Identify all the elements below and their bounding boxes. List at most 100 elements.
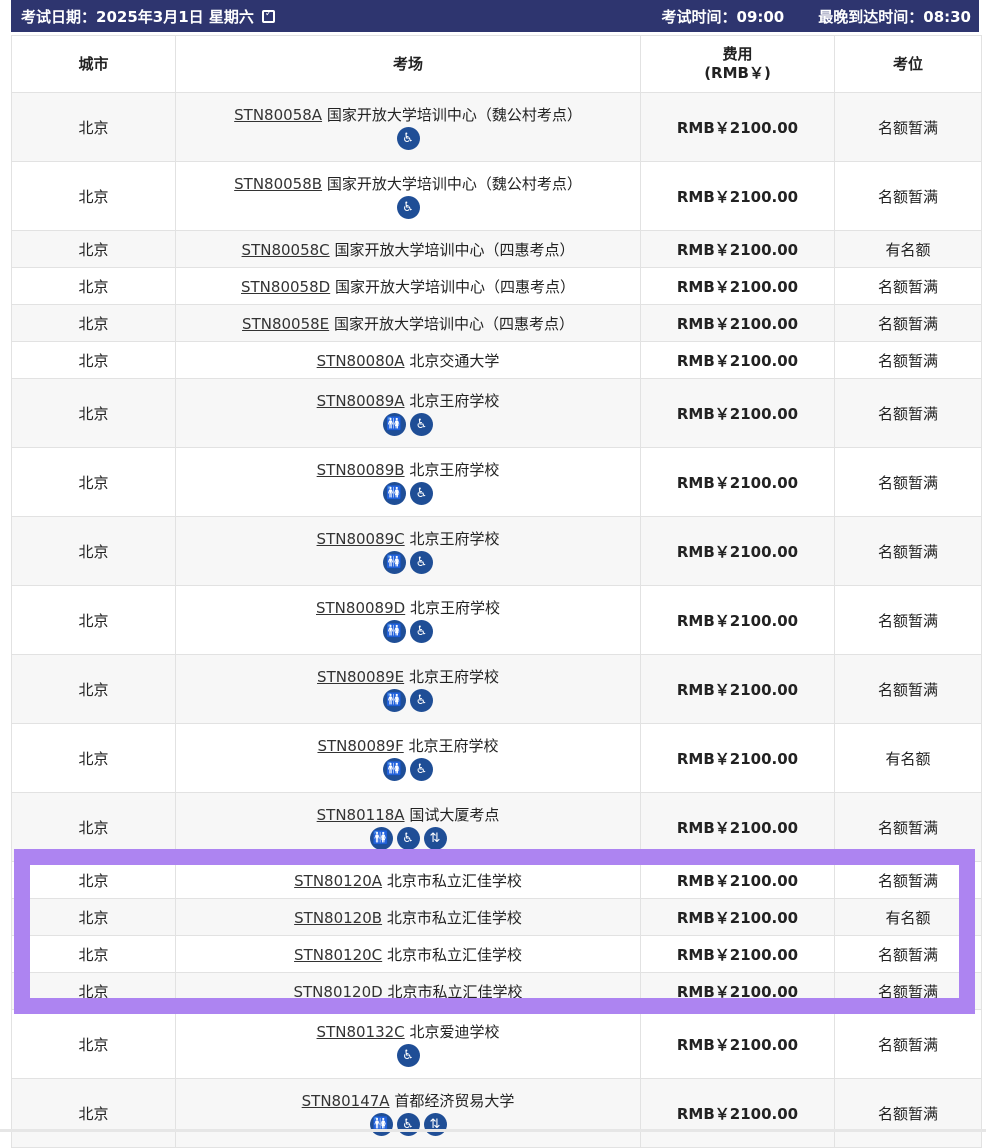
center-cell: STN80147A 首都经济贸易大学 🚻 ♿ ⇅ <box>175 1078 641 1148</box>
center-name: 国家开放大学培训中心（四惠考点） <box>334 277 575 296</box>
restroom-icon: 🚻 <box>369 1112 393 1136</box>
center-name: 北京交通大学 <box>409 351 500 370</box>
city-cell: 北京 <box>11 378 176 448</box>
center-cell: STN80058D 国家开放大学培训中心（四惠考点） <box>175 267 641 305</box>
center-cell: STN80089B 北京王府学校 🚻 ♿ <box>175 447 641 517</box>
center-code-link[interactable]: STN80080A <box>317 352 405 370</box>
center-name: 北京市私立汇佳学校 <box>386 945 522 964</box>
city-cell: 北京 <box>11 723 176 793</box>
table-row: 北京 STN80058E 国家开放大学培训中心（四惠考点） RMB￥2100.00 名… <box>11 304 982 342</box>
center-code-link[interactable]: STN80132C <box>317 1023 405 1041</box>
center-code-link[interactable]: STN80089F <box>317 737 403 755</box>
center-code-link[interactable]: STN80120C <box>294 946 382 964</box>
restroom-icon: 🚻 <box>383 412 406 436</box>
center-code-link[interactable]: STN80120B <box>294 909 382 927</box>
table-header-row: 城市 考场 费用 (RMB￥) 考位 <box>11 35 982 93</box>
city-cell: 北京 <box>11 304 176 342</box>
center-code-link[interactable]: STN80120A <box>294 872 382 890</box>
restroom-icon: 🚻 <box>383 688 406 712</box>
fee-cell: RMB￥2100.00 <box>640 972 835 1010</box>
center-name: 北京王府学校 <box>409 529 500 548</box>
seat-status-cell: 名额暂满 <box>834 654 982 724</box>
center-code-link[interactable]: STN80147A <box>302 1092 390 1110</box>
city-cell: 北京 <box>11 898 176 936</box>
seat-status-cell: 名额暂满 <box>834 861 982 899</box>
seat-status-cell: 名额暂满 <box>834 935 982 973</box>
table-row: 北京 STN80147A 首都经济贸易大学 🚻 ♿ ⇅ RMB￥2100.00 名额暂满 <box>11 1078 982 1148</box>
table-row: 北京 STN80120A 北京市私立汇佳学校 RMB￥2100.00 名额暂满 <box>11 861 982 899</box>
seat-status-cell: 名额暂满 <box>834 341 982 379</box>
center-code-link[interactable]: STN80120D <box>294 983 383 1001</box>
wheelchair-icon: ♿ <box>410 412 433 436</box>
facility-icons: 🚻 ♿ ⇅ <box>176 1112 640 1137</box>
center-cell: STN80058C 国家开放大学培训中心（四惠考点） <box>175 230 641 268</box>
fee-cell: RMB￥2100.00 <box>640 723 835 793</box>
fee-cell: RMB￥2100.00 <box>640 935 835 973</box>
center-code-link[interactable]: STN80089B <box>317 461 405 479</box>
center-code-link[interactable]: STN80058A <box>234 106 322 124</box>
facility-icons: 🚻 ♿ <box>176 619 640 644</box>
center-code-link[interactable]: STN80089D <box>316 599 405 617</box>
center-name: 北京爱迪学校 <box>409 1022 500 1041</box>
seat-status-cell: 名额暂满 <box>834 972 982 1010</box>
center-cell: STN80089A 北京王府学校 🚻 ♿ <box>175 378 641 448</box>
elevator-icon: ⇅ <box>423 1112 447 1136</box>
center-cell: STN80089C 北京王府学校 🚻 ♿ <box>175 516 641 586</box>
center-name: 国家开放大学培训中心（魏公村考点） <box>326 105 582 124</box>
center-name: 北京市私立汇佳学校 <box>387 982 523 1001</box>
fee-cell: RMB￥2100.00 <box>640 447 835 517</box>
seat-status-cell: 名额暂满 <box>834 92 982 162</box>
city-cell: 北京 <box>11 516 176 586</box>
fee-cell: RMB￥2100.00 <box>640 898 835 936</box>
fee-cell: RMB￥2100.00 <box>640 92 835 162</box>
facility-icons: 🚻 ♿ <box>176 412 640 437</box>
center-name: 北京王府学校 <box>408 736 499 755</box>
facility-icons: ♿ <box>176 1043 640 1068</box>
facility-icons: 🚻 ♿ ⇅ <box>176 826 640 851</box>
facility-icons: ♿ <box>176 195 640 220</box>
facility-icons: 🚻 ♿ <box>176 481 640 506</box>
table-row: 北京 STN80120B 北京市私立汇佳学校 RMB￥2100.00 有名额 <box>11 898 982 936</box>
city-cell: 北京 <box>11 972 176 1010</box>
center-name: 北京市私立汇佳学校 <box>386 871 522 890</box>
exam-date-header: 考试日期： 2025年3月1日 星期六 考试时间：09:00 最晚到达时间：08… <box>11 0 979 32</box>
center-cell: STN80118A 国试大厦考点 🚻 ♿ ⇅ <box>175 792 641 862</box>
center-code-link[interactable]: STN80089C <box>317 530 405 548</box>
center-code-link[interactable]: STN80058E <box>242 315 329 333</box>
fee-cell: RMB￥2100.00 <box>640 1078 835 1148</box>
fee-cell: RMB￥2100.00 <box>640 585 835 655</box>
table-row: 北京 STN80080A 北京交通大学 RMB￥2100.00 名额暂满 <box>11 341 982 379</box>
table-row: 北京 STN80118A 国试大厦考点 🚻 ♿ ⇅ RMB￥2100.00 名额暂满 <box>11 792 982 862</box>
center-name: 北京市私立汇佳学校 <box>386 908 522 927</box>
seat-status-cell: 名额暂满 <box>834 1078 982 1148</box>
restroom-icon: 🚻 <box>383 757 406 781</box>
facility-icons: 🚻 ♿ <box>176 757 640 782</box>
exam-time: 考试时间：09:00 <box>661 7 785 26</box>
center-cell: STN80120B 北京市私立汇佳学校 <box>175 898 641 936</box>
city-cell: 北京 <box>11 935 176 973</box>
center-cell: STN80089E 北京王府学校 🚻 ♿ <box>175 654 641 724</box>
table-row: 北京 STN80089E 北京王府学校 🚻 ♿ RMB￥2100.00 名额暂满 <box>11 654 982 724</box>
fee-cell: RMB￥2100.00 <box>640 267 835 305</box>
fee-cell: RMB￥2100.00 <box>640 341 835 379</box>
exam-date-label: 考试日期： <box>21 7 97 26</box>
center-cell: STN80080A 北京交通大学 <box>175 341 641 379</box>
center-code-link[interactable]: STN80089E <box>317 668 404 686</box>
table-row: 北京 STN80089B 北京王府学校 🚻 ♿ RMB￥2100.00 名额暂满 <box>11 447 982 517</box>
table-row: 北京 STN80089D 北京王府学校 🚻 ♿ RMB￥2100.00 名额暂满 <box>11 585 982 655</box>
center-code-link[interactable]: STN80118A <box>317 806 405 824</box>
center-cell: STN80058B 国家开放大学培训中心（魏公村考点） ♿ <box>175 161 641 231</box>
center-code-link[interactable]: STN80058B <box>234 175 322 193</box>
seat-status-cell: 有名额 <box>834 723 982 793</box>
calendar-check-icon[interactable] <box>261 9 275 23</box>
table-row: 北京 STN80058B 国家开放大学培训中心（魏公村考点） ♿ RMB￥2100.0… <box>11 161 982 231</box>
city-cell: 北京 <box>11 230 176 268</box>
table-row: 北京 STN80089F 北京王府学校 🚻 ♿ RMB￥2100.00 有名额 <box>11 723 982 793</box>
center-code-link[interactable]: STN80089A <box>317 392 405 410</box>
center-code-link[interactable]: STN80058C <box>242 241 330 259</box>
facility-icons: 🚻 ♿ <box>176 550 640 575</box>
seat-status-cell: 名额暂满 <box>834 378 982 448</box>
center-name: 国试大厦考点 <box>409 805 500 824</box>
center-code-link[interactable]: STN80058D <box>241 278 330 296</box>
center-cell: STN80120C 北京市私立汇佳学校 <box>175 935 641 973</box>
